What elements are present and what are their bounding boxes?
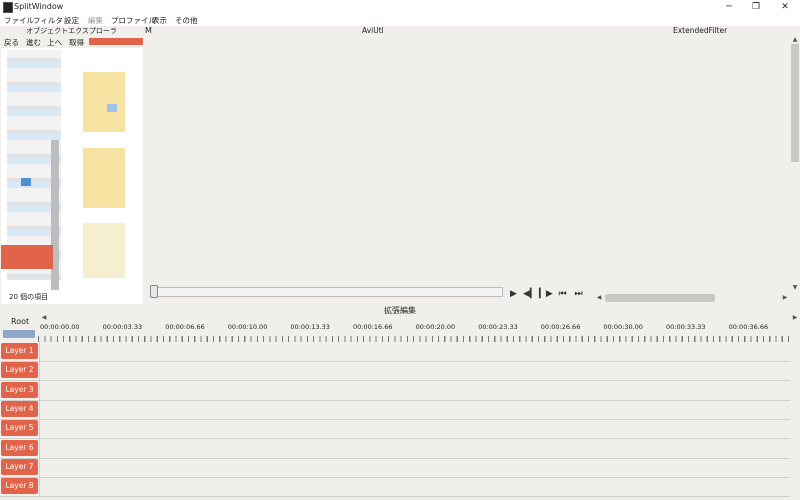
- prev-frame-icon[interactable]: ◀▎: [523, 288, 537, 300]
- layer-divider: [39, 380, 40, 400]
- restore-button[interactable]: ❐: [745, 1, 767, 13]
- menu-filter[interactable]: フィルタ: [33, 15, 63, 26]
- jump-end-icon[interactable]: ⏭: [572, 288, 585, 300]
- explorer-path-field[interactable]: [89, 38, 143, 45]
- thumbnail-blue-1: [107, 104, 117, 112]
- menu-edit[interactable]: 編集: [88, 15, 103, 26]
- timeline-scroll-right-icon[interactable]: ▶: [790, 314, 800, 322]
- layer-divider: [39, 438, 40, 458]
- layer-toggle-button[interactable]: Layer 4: [1, 400, 38, 417]
- play-icon[interactable]: ▶: [507, 288, 520, 300]
- pane-m-label: M: [145, 26, 152, 35]
- menubar: ファイル フィルタ 設定 編集 プロファイル 表示 その他: [0, 14, 800, 26]
- seek-handle[interactable]: [150, 285, 158, 298]
- close-button[interactable]: ✕: [774, 1, 796, 13]
- window-title: SplitWindow: [14, 2, 64, 11]
- layer-toggle-button[interactable]: Layer 3: [1, 381, 38, 398]
- layer-toggle-button[interactable]: Layer 5: [1, 420, 38, 437]
- layer-row[interactable]: Layer 2: [0, 361, 790, 382]
- timeline-vertical-scrollbar[interactable]: [790, 322, 800, 500]
- root-scene-bar[interactable]: [3, 330, 35, 338]
- menu-other[interactable]: その他: [175, 15, 198, 26]
- layer-toggle-button[interactable]: Layer 1: [1, 343, 38, 359]
- ruler-tick-label: 00:00:06.66: [165, 323, 205, 331]
- scroll-right-arrow-icon[interactable]: ▶: [780, 294, 790, 302]
- fetch-button[interactable]: 取得: [69, 37, 84, 48]
- ruler-tick-label: 00:00:30.00: [603, 323, 643, 331]
- layer-row[interactable]: Layer 7: [0, 457, 790, 478]
- menu-view[interactable]: 表示: [152, 15, 167, 26]
- layer-row[interactable]: Layer 8: [0, 477, 790, 498]
- horizontal-scroll-thumb[interactable]: [605, 294, 715, 302]
- thumbnail-yellow-1: [83, 72, 125, 132]
- layer-row[interactable]: Layer 5: [0, 419, 790, 440]
- ruler-tick-label: 00:00:20.00: [415, 323, 456, 331]
- title-bar: [0, 0, 800, 14]
- minimize-button[interactable]: ─: [718, 1, 740, 13]
- next-frame-icon[interactable]: ▎▶: [539, 288, 553, 300]
- explorer-file-list[interactable]: 20 個の項目: [1, 48, 143, 304]
- layer-toggle-button[interactable]: Layer 7: [1, 458, 38, 475]
- explorer-title: オブジェクトエクスプローラ: [26, 27, 117, 35]
- layer-toggle-button[interactable]: Layer 8: [1, 478, 38, 495]
- layer-toggle-button[interactable]: Layer 2: [1, 362, 38, 379]
- menu-settings[interactable]: 設定: [64, 15, 79, 26]
- ruler-tick-label: 00:00:26.66: [540, 323, 581, 331]
- layer-row[interactable]: Layer 1: [0, 342, 790, 362]
- thumbnail-yellow-3: [83, 223, 125, 278]
- menu-file[interactable]: ファイル: [4, 15, 34, 26]
- thumbnail-yellow-2: [83, 148, 125, 208]
- layer-divider: [39, 477, 40, 497]
- ruler-tick-label: 00:00:23.33: [478, 323, 518, 331]
- menu-profile[interactable]: プロファイル: [111, 15, 156, 26]
- layer-toggle-button[interactable]: Layer 6: [1, 439, 38, 456]
- ruler-tick-label: 00:00:03.33: [102, 323, 143, 331]
- scroll-left-arrow-icon[interactable]: ◀: [594, 294, 604, 302]
- scroll-up-arrow-icon[interactable]: ▲: [790, 36, 800, 44]
- extended-filter-pane-label: ExtendedFilter: [673, 26, 728, 35]
- thumbnail-blue-2: [21, 178, 31, 186]
- jump-start-icon[interactable]: ⏮: [556, 288, 569, 300]
- ruler-tick-label: 00:00:13.33: [290, 323, 330, 331]
- layer-divider: [39, 399, 40, 419]
- ruler-tick-label: 00:00:16.66: [353, 323, 393, 331]
- scroll-down-arrow-icon[interactable]: ▼: [790, 284, 800, 292]
- root-label: Root: [11, 317, 30, 326]
- layer-divider: [39, 361, 40, 381]
- back-button[interactable]: 戻る: [4, 37, 19, 48]
- vertical-scroll-thumb[interactable]: [791, 44, 799, 162]
- timeline-horizontal-scrollbar[interactable]: [48, 315, 790, 320]
- layer-divider: [39, 342, 40, 361]
- ruler-tick-label: 00:00:00.00: [40, 323, 80, 331]
- forward-button[interactable]: 進む: [26, 37, 41, 48]
- layer-row[interactable]: Layer 6: [0, 438, 790, 459]
- layer-list: Layer 1 Layer 2 Layer 3 Layer 4 Layer 5 Layer…: [0, 342, 800, 500]
- seek-bar[interactable]: [151, 287, 503, 297]
- selected-item-highlight: [1, 245, 53, 269]
- layer-row[interactable]: Layer 4: [0, 399, 790, 420]
- layer-row[interactable]: Layer 3: [0, 380, 790, 401]
- timeline-ruler[interactable]: 00:00:00.00 00:00:03.33 00:00:06.66 00:00:1…: [38, 322, 790, 342]
- app-icon: [3, 2, 13, 13]
- item-count: 20 個の項目: [9, 293, 49, 301]
- aviutl-pane-label: AviUtl: [362, 26, 384, 35]
- layer-divider: [39, 419, 40, 439]
- ruler-tick-label: 00:00:10.00: [227, 323, 268, 331]
- ruler-tick-label: 00:00:36.66: [728, 323, 769, 331]
- up-button[interactable]: 上へ: [47, 37, 62, 48]
- ruler-tick-label: 00:00:33.33: [666, 323, 706, 331]
- layer-divider: [39, 457, 40, 477]
